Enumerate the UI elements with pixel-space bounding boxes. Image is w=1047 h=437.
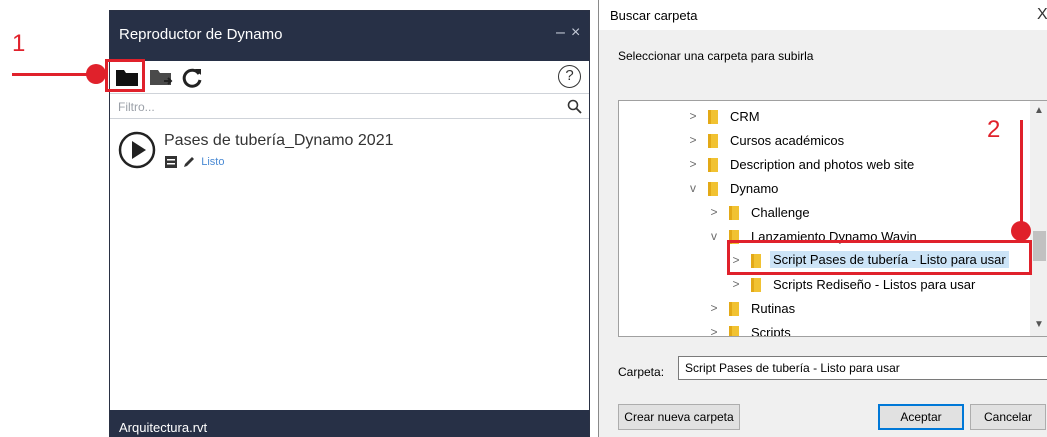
browse-folder-dialog: Buscar carpeta X Seleccionar una carpeta… — [598, 0, 1047, 437]
folder-icon — [708, 182, 718, 196]
chevron-right-icon[interactable]: > — [708, 205, 720, 219]
chevron-down-icon[interactable]: v — [708, 229, 720, 243]
chevron-right-icon[interactable]: > — [708, 325, 720, 336]
tree-item-challenge[interactable]: > Challenge — [619, 201, 1029, 225]
tree-item-label[interactable]: Scripts Rediseño - Listos para usar — [773, 277, 975, 292]
cancel-button[interactable]: Cancelar — [970, 404, 1046, 430]
folder-icon — [729, 302, 739, 316]
play-icon[interactable] — [118, 131, 156, 169]
minimize-button[interactable]: – — [556, 24, 565, 42]
chevron-right-icon[interactable]: > — [708, 301, 720, 315]
script-status[interactable]: Listo — [201, 156, 224, 168]
tree-item-dynamo[interactable]: v Dynamo — [619, 177, 1029, 201]
document-name: Arquitectura.rvt — [119, 420, 208, 435]
chevron-down-icon[interactable]: v — [687, 181, 699, 195]
tree-item-label[interactable]: Description and photos web site — [730, 157, 914, 172]
annotation-arrow-line — [1020, 120, 1023, 224]
annotation-dot — [1011, 221, 1031, 241]
player-toolbar: ? — [110, 61, 589, 93]
tree-scrollbar[interactable]: ▲ ▼ — [1030, 101, 1047, 336]
tree-item-crm[interactable]: > CRM — [619, 105, 1029, 129]
folder-icon — [729, 206, 739, 220]
player-footer: Arquitectura.rvt — [110, 410, 589, 437]
tree-item-label[interactable]: Cursos académicos — [730, 133, 844, 148]
tree-item-label[interactable]: Dynamo — [730, 181, 778, 196]
tree-item-description[interactable]: > Description and photos web site — [619, 153, 1029, 177]
player-title: Reproductor de Dynamo — [119, 26, 283, 43]
tree-item-cursos[interactable]: > Cursos académicos — [619, 129, 1029, 153]
folder-path-input[interactable] — [678, 356, 1047, 380]
dynamo-player-panel: Reproductor de Dynamo – × ? Pases de tub… — [109, 10, 590, 437]
chevron-right-icon[interactable]: > — [687, 109, 699, 123]
filter-input[interactable] — [118, 98, 558, 115]
folder-icon — [708, 110, 718, 124]
tree-item-label[interactable]: Challenge — [751, 205, 810, 220]
scroll-up-icon[interactable]: ▲ — [1034, 105, 1044, 116]
tree-item-label[interactable]: Scripts — [751, 325, 791, 336]
filter-bar — [110, 93, 589, 119]
folder-icon — [729, 326, 739, 336]
search-icon[interactable] — [567, 99, 582, 114]
output-icon — [165, 155, 177, 168]
dialog-title-bar: Buscar carpeta X — [599, 0, 1047, 30]
new-folder-button[interactable]: Crear nueva carpeta — [618, 404, 740, 430]
export-folder-icon[interactable] — [148, 66, 174, 88]
tree-item-label[interactable]: CRM — [730, 109, 760, 124]
help-button[interactable]: ? — [558, 65, 581, 88]
folder-icon — [708, 134, 718, 148]
annotation-dot — [86, 64, 106, 84]
chevron-right-icon[interactable]: > — [687, 133, 699, 147]
ok-button[interactable]: Aceptar — [878, 404, 964, 430]
script-name: Pases de tubería_Dynamo 2021 — [164, 132, 394, 149]
dialog-title: Buscar carpeta — [610, 8, 698, 23]
annotation-highlight-box — [727, 240, 1032, 275]
chevron-right-icon[interactable]: > — [730, 277, 742, 291]
refresh-icon[interactable] — [180, 66, 206, 88]
step-1-marker: 1 — [12, 30, 26, 57]
annotation-highlight-box — [105, 59, 145, 92]
dialog-caption: Seleccionar una carpeta para subirla — [618, 49, 814, 63]
tree-item-rutinas[interactable]: > Rutinas — [619, 297, 1029, 321]
chevron-right-icon[interactable]: > — [687, 157, 699, 171]
script-list-item[interactable]: Pases de tubería_Dynamo 2021 Listo — [118, 129, 578, 173]
scroll-thumb[interactable] — [1033, 231, 1046, 261]
scroll-down-icon[interactable]: ▼ — [1034, 319, 1044, 330]
player-header: Reproductor de Dynamo – × — [110, 11, 589, 61]
tree-item-label[interactable]: Rutinas — [751, 301, 795, 316]
folder-path-label: Carpeta: — [618, 365, 665, 379]
dialog-close-button[interactable]: X — [1037, 6, 1047, 24]
edit-pencil-icon[interactable] — [182, 155, 196, 169]
folder-icon — [708, 158, 718, 172]
tree-item-scripts-rediseno[interactable]: > Scripts Rediseño - Listos para usar — [619, 273, 1029, 297]
step-2-marker: 2 — [987, 116, 1001, 143]
close-button[interactable]: × — [571, 24, 580, 42]
folder-icon — [751, 278, 761, 292]
script-status-row: Listo — [164, 153, 225, 169]
tree-item-scripts[interactable]: > Scripts — [619, 321, 1029, 336]
folder-tree[interactable]: > CRM > Cursos académicos > Description … — [618, 100, 1047, 337]
